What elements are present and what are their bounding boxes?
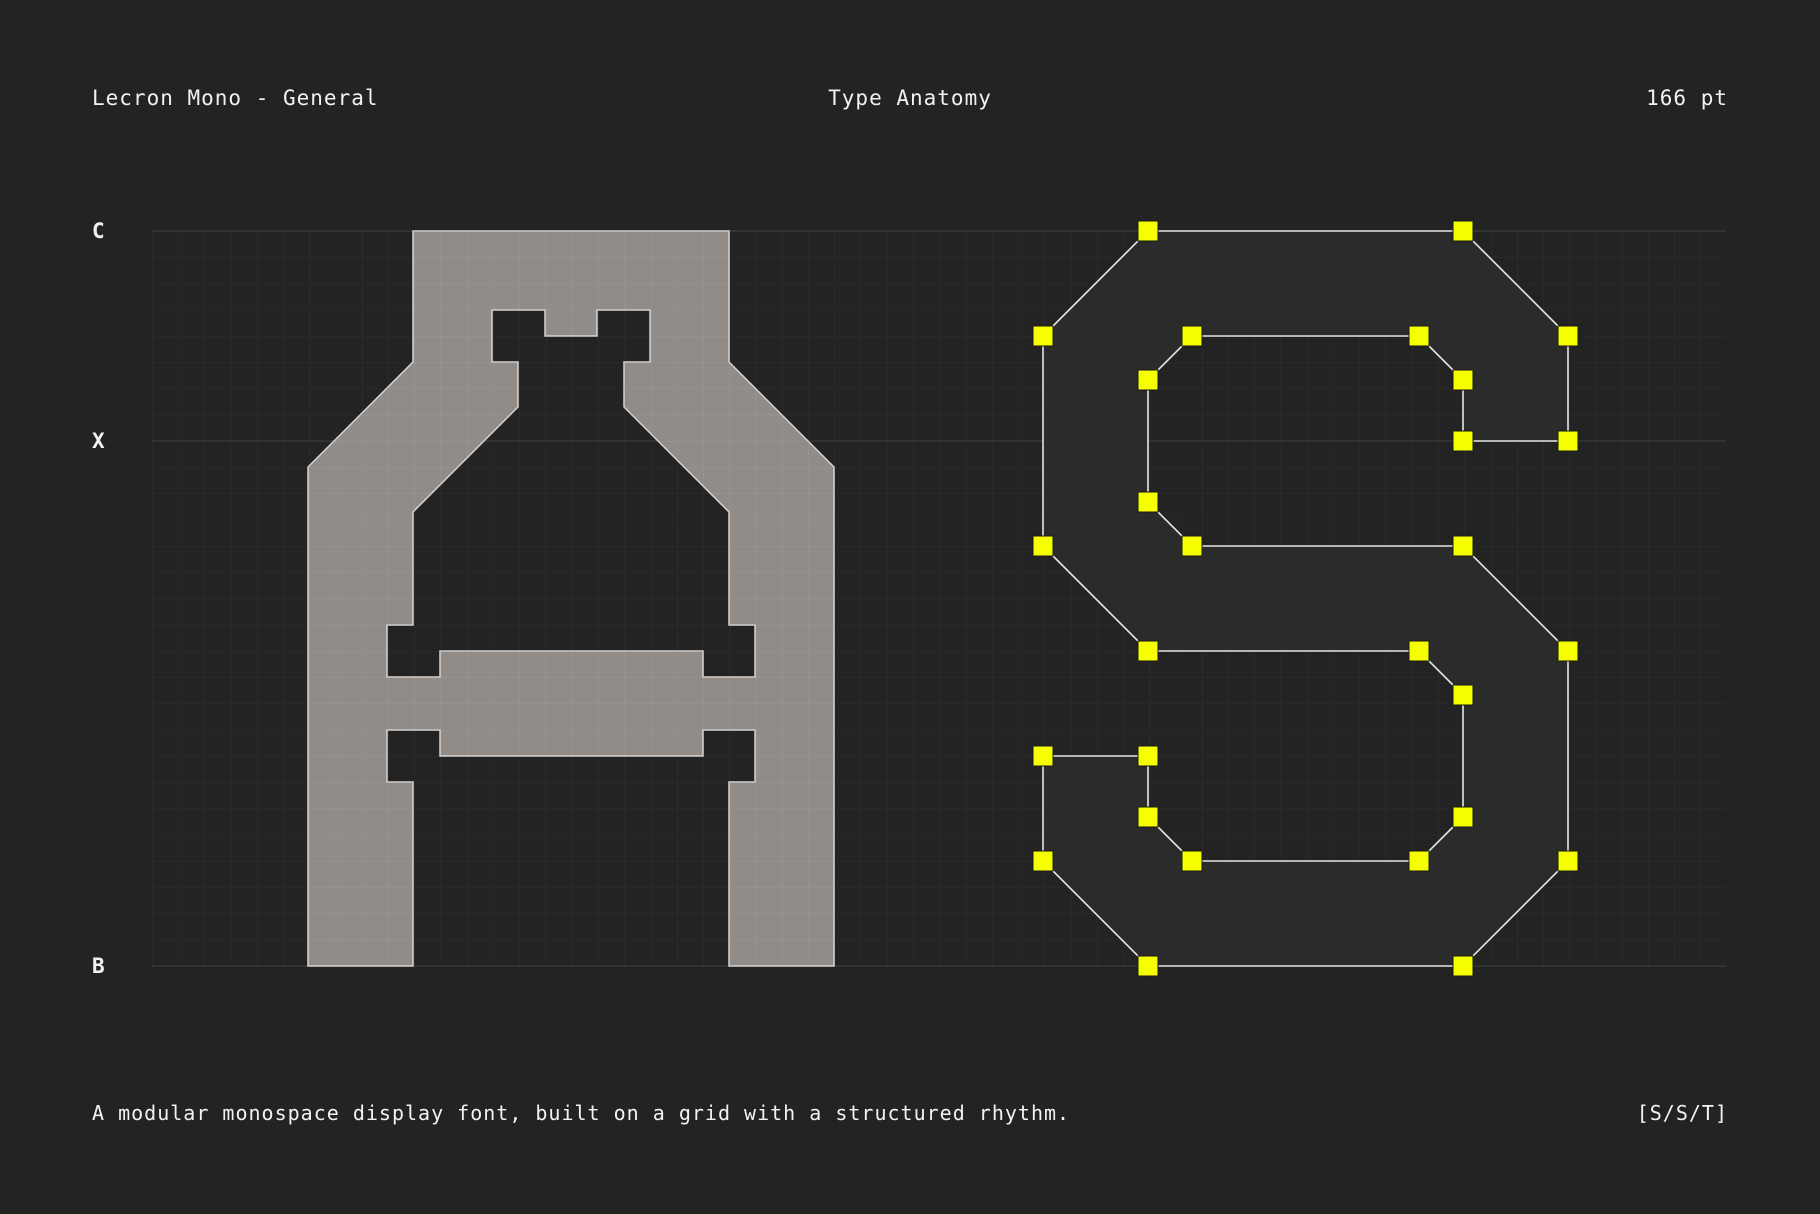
font-description: A modular monospace display font, built … <box>92 1101 1071 1125</box>
anchor-point <box>1557 430 1579 452</box>
anchor-point <box>1408 850 1430 872</box>
anchor-point <box>1452 955 1474 977</box>
anchor-point <box>1137 640 1159 662</box>
anchor-point <box>1181 325 1203 347</box>
anchor-point <box>1137 220 1159 242</box>
anchor-point <box>1137 491 1159 513</box>
anchor-point <box>1137 806 1159 828</box>
anchor-point <box>1137 745 1159 767</box>
anchor-point <box>1452 684 1474 706</box>
type-specimen-canvas <box>152 220 1726 977</box>
anchor-point <box>1408 640 1430 662</box>
anchor-point <box>1181 850 1203 872</box>
glyph-s <box>1032 220 1579 977</box>
studio-tag: [S/S/T] <box>1636 1101 1728 1125</box>
anchor-point <box>1032 535 1054 557</box>
anchor-point <box>1408 325 1430 347</box>
anchor-point <box>1137 955 1159 977</box>
anchor-point <box>1137 369 1159 391</box>
anchor-point <box>1557 850 1579 872</box>
anchor-point <box>1032 850 1054 872</box>
anchor-point <box>1452 535 1474 557</box>
anchor-point <box>1452 220 1474 242</box>
anchor-point <box>1557 640 1579 662</box>
anchor-point <box>1032 745 1054 767</box>
anchor-point <box>1181 535 1203 557</box>
anchor-point <box>1557 325 1579 347</box>
anchor-point <box>1452 430 1474 452</box>
anchor-point <box>1452 806 1474 828</box>
anchor-point <box>1032 325 1054 347</box>
anchor-point <box>1452 369 1474 391</box>
